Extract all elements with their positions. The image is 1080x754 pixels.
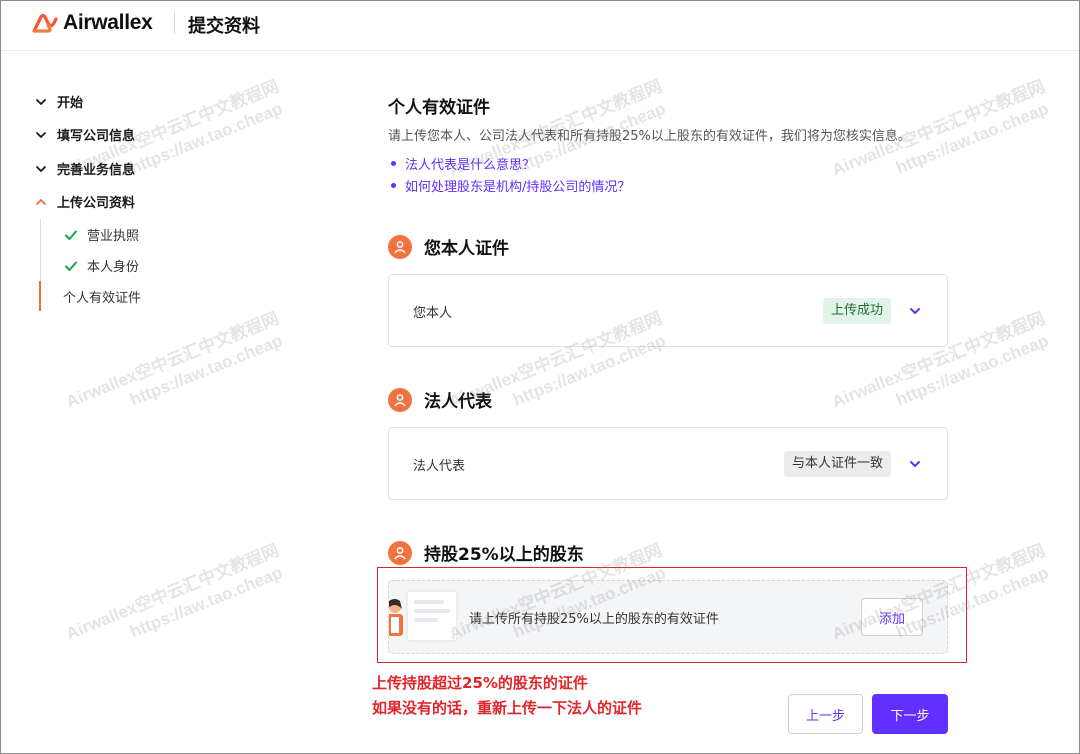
legal-rep-card[interactable]: 法人代表 与本人证件一致 bbox=[388, 427, 948, 500]
main-description: 请上传您本人、公司法人代表和所有持股25%以上股东的有效证件，我们将为您核实信息… bbox=[388, 129, 911, 144]
substep-label: 本人身份 bbox=[87, 260, 140, 275]
card-label: 法人代表 bbox=[413, 459, 466, 474]
section-title: 持股25%以上的股东 bbox=[424, 545, 584, 565]
bullet-dot bbox=[391, 182, 396, 188]
next-step-button[interactable]: 下一步 bbox=[872, 694, 948, 734]
chevron-down-icon bbox=[36, 131, 46, 138]
substep-personal-id[interactable]: 个人有效证件 bbox=[63, 287, 141, 306]
sidebar-step-label: 填写公司信息 bbox=[57, 129, 136, 144]
annotation-highlight-box bbox=[377, 567, 967, 663]
substep-identity[interactable]: 本人身份 bbox=[64, 256, 139, 275]
sidebar-step-company-info[interactable]: 填写公司信息 bbox=[34, 125, 135, 144]
page-title: 提交资料 bbox=[188, 16, 260, 37]
substep-business-license[interactable]: 营业执照 bbox=[64, 225, 139, 244]
user-icon bbox=[388, 234, 412, 259]
card-label: 您本人 bbox=[413, 306, 453, 321]
sidebar-step-upload-docs[interactable]: 上传公司资料 bbox=[34, 192, 135, 211]
airwallex-logo-icon bbox=[32, 13, 58, 33]
status-badge: 与本人证件一致 bbox=[783, 451, 891, 477]
airwallex-logo[interactable]: Airwallex bbox=[32, 10, 153, 36]
substep-active-indicator bbox=[39, 281, 41, 311]
section-title: 您本人证件 bbox=[424, 239, 509, 259]
bullet-dot bbox=[391, 160, 396, 166]
help-links: 法人代表是什么意思？ 如何处理股东是机构/持股公司的情况？ bbox=[391, 152, 630, 196]
sidebar-step-label: 上传公司资料 bbox=[57, 196, 136, 211]
chevron-down-icon bbox=[36, 98, 46, 105]
section-header-shareholders: 持股25%以上的股东 bbox=[388, 540, 584, 565]
header-divider bbox=[174, 12, 175, 34]
help-link-corporate-shareholder[interactable]: 如何处理股东是机构/持股公司的情况？ bbox=[405, 176, 630, 195]
sidebar-step-label: 开始 bbox=[57, 96, 84, 111]
help-link-item: 法人代表是什么意思？ bbox=[391, 152, 630, 174]
brand-name: Airwallex bbox=[63, 11, 153, 34]
chevron-down-icon bbox=[36, 165, 46, 172]
chevron-down-icon[interactable] bbox=[908, 457, 922, 471]
help-link-legal-rep[interactable]: 法人代表是什么意思？ bbox=[405, 154, 535, 173]
section-title: 法人代表 bbox=[424, 392, 492, 412]
top-header: Airwallex 提交资料 bbox=[1, 1, 1079, 51]
watermark: Airwallex空中云汇中文教程网 https://aw.tao.cheap bbox=[63, 308, 286, 412]
sidebar-step-label: 完善业务信息 bbox=[57, 163, 136, 178]
sidebar-step-business-info[interactable]: 完善业务信息 bbox=[34, 159, 135, 178]
help-link-item: 如何处理股东是机构/持股公司的情况？ bbox=[391, 174, 630, 196]
chevron-up-icon bbox=[36, 198, 46, 205]
annotation-text: 上传持股超过25%的股东的证件 bbox=[372, 674, 588, 692]
section-header-legal: 法人代表 bbox=[388, 387, 492, 412]
substep-label: 个人有效证件 bbox=[63, 291, 142, 306]
substep-label: 营业执照 bbox=[87, 229, 140, 244]
sidebar-step-start[interactable]: 开始 bbox=[34, 92, 83, 111]
user-icon bbox=[388, 387, 412, 412]
annotation-text: 如果没有的话，重新上传一下法人的证件 bbox=[372, 699, 643, 717]
check-icon bbox=[65, 261, 77, 271]
watermark: Airwallex空中云汇中文教程网 https://aw.tao.cheap bbox=[63, 540, 286, 644]
section-header-self: 您本人证件 bbox=[388, 234, 509, 259]
check-icon bbox=[65, 230, 77, 240]
self-id-card[interactable]: 您本人 上传成功 bbox=[388, 274, 948, 347]
status-badge: 上传成功 bbox=[822, 298, 891, 324]
user-icon bbox=[388, 540, 412, 565]
chevron-down-icon[interactable] bbox=[908, 304, 922, 318]
main-title: 个人有效证件 bbox=[388, 98, 490, 118]
prev-step-button[interactable]: 上一步 bbox=[788, 694, 863, 734]
